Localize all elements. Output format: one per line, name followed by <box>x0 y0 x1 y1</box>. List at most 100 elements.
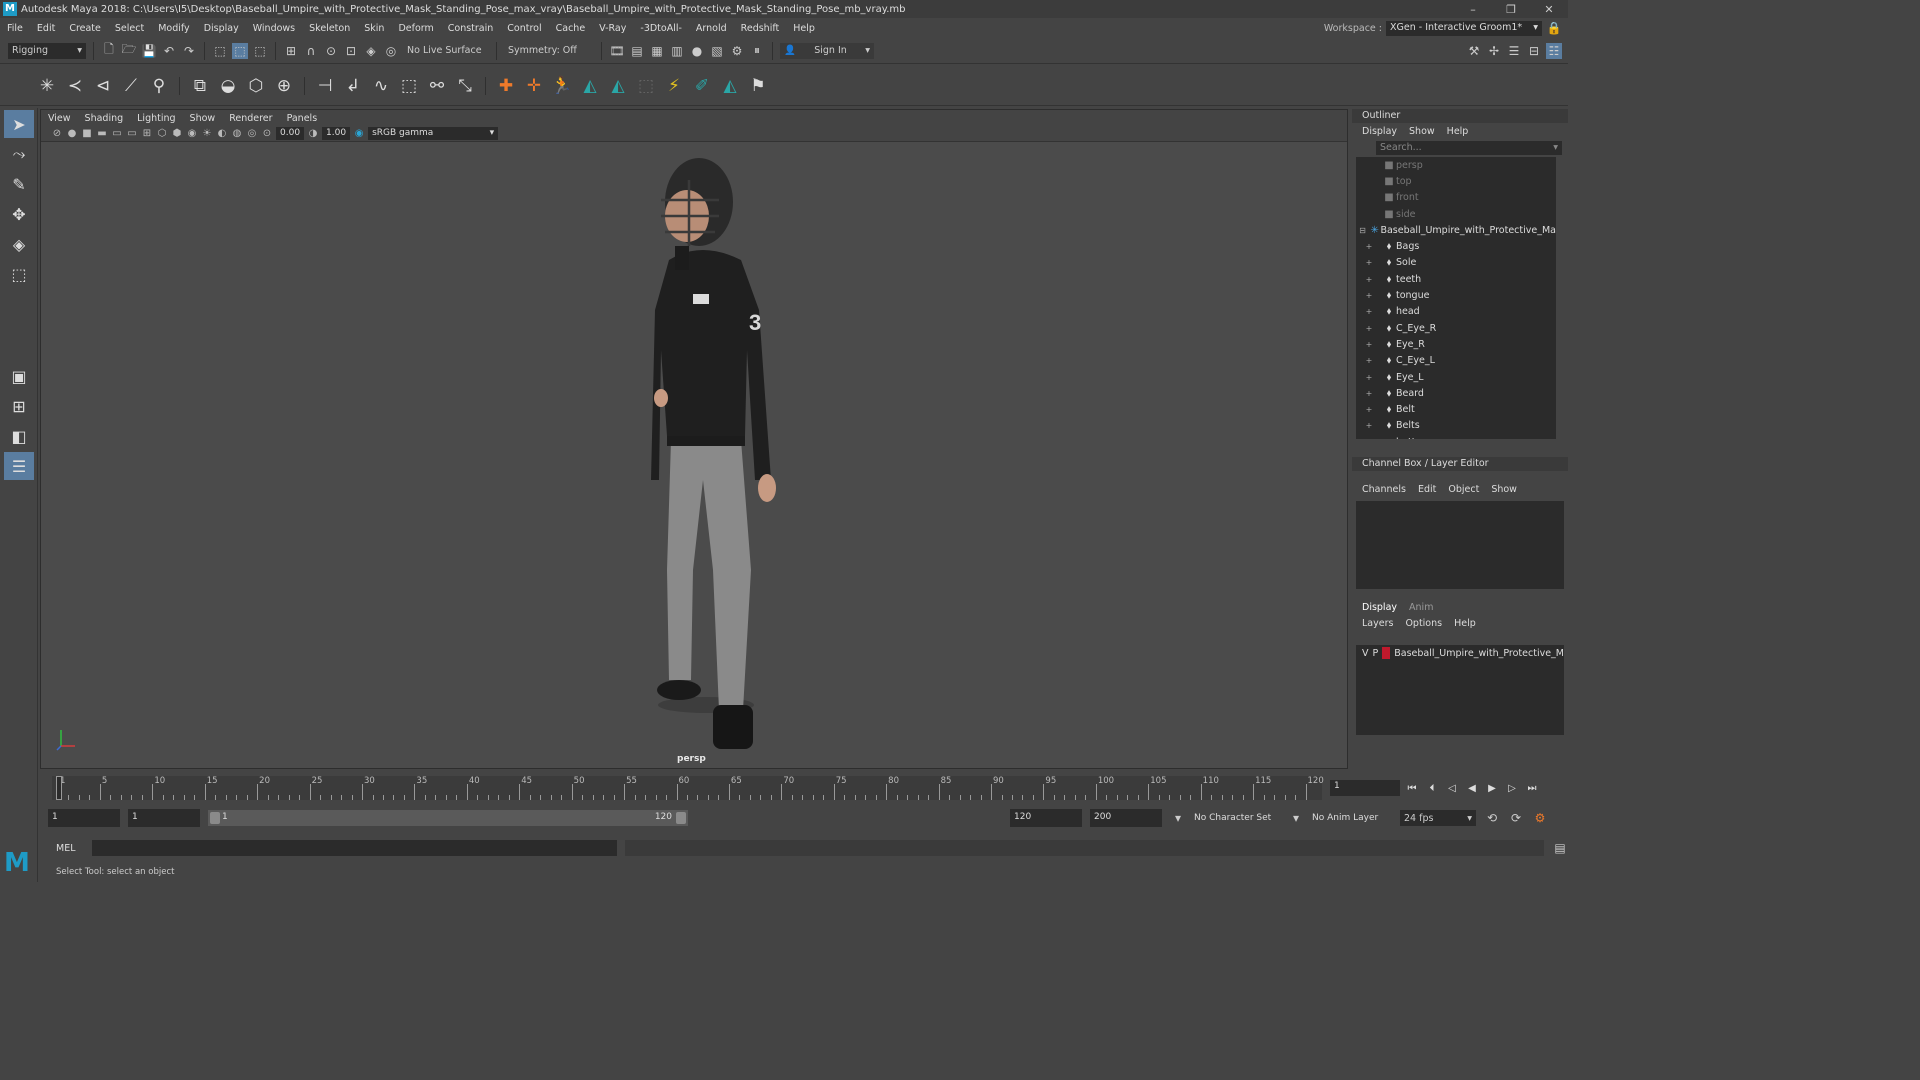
range-end-handle[interactable] <box>676 812 686 824</box>
layer-visibility[interactable]: V <box>1362 648 1369 659</box>
go-to-start-icon[interactable]: ⏮ <box>1404 783 1420 794</box>
isolate-icon[interactable]: ◍ <box>231 128 243 140</box>
select-object-icon[interactable]: ⬚ <box>232 42 248 59</box>
channel-box-icon[interactable]: ☷ <box>1546 42 1562 59</box>
menu-create[interactable]: Create <box>62 23 108 34</box>
four-view-icon[interactable]: ⊞ <box>4 392 34 420</box>
redo-icon[interactable]: ↷ <box>181 43 197 59</box>
color-management-icon[interactable]: ◉ <box>353 128 365 140</box>
menu-windows[interactable]: Windows <box>246 23 302 34</box>
persp-outliner-icon[interactable]: ◧ <box>4 422 34 450</box>
current-time-marker[interactable] <box>56 776 62 800</box>
expand-icon[interactable]: + <box>1356 291 1382 300</box>
outliner-layout-icon[interactable]: ☰ <box>4 452 34 480</box>
viewport-menu-show[interactable]: Show <box>183 113 223 124</box>
playback-end-field[interactable]: 120 <box>1010 809 1082 827</box>
menu-modify[interactable]: Modify <box>151 23 196 34</box>
snap-live-icon[interactable]: ◎ <box>383 43 399 59</box>
rotate-tool-icon[interactable]: ◈ <box>4 230 34 258</box>
viewport-menu-renderer[interactable]: Renderer <box>222 113 279 124</box>
outliner-item-front[interactable]: ■ front <box>1356 190 1556 206</box>
paint-weights-icon[interactable]: ◒ <box>217 75 239 97</box>
fps-dropdown[interactable]: 24 fps ▾ <box>1400 810 1476 826</box>
animation-start-field[interactable]: 1 <box>48 809 120 827</box>
expand-icon[interactable]: + <box>1356 242 1382 251</box>
paint-select-icon[interactable]: ✎ <box>4 170 34 198</box>
single-perspective-icon[interactable]: ▣ <box>4 362 34 390</box>
select-tool-icon[interactable]: ➤ <box>4 110 34 138</box>
step-back-frame-icon[interactable]: ◁ <box>1444 783 1460 794</box>
skeleton-icon[interactable]: ⚡ <box>663 75 685 97</box>
select-component-icon[interactable]: ⬚ <box>252 43 268 59</box>
menu-control[interactable]: Control <box>500 23 548 34</box>
minimize-button[interactable]: – <box>1454 3 1492 16</box>
snap-surface-icon[interactable]: ◈ <box>363 43 379 59</box>
camera-attributes-icon[interactable]: ⊘ <box>51 128 63 140</box>
menu-constrain[interactable]: Constrain <box>441 23 501 34</box>
gamma-field[interactable]: 1.00 <box>322 127 351 140</box>
workspace-dropdown[interactable]: XGen - Interactive Groom1* ▾ <box>1386 20 1542 36</box>
mel-input[interactable] <box>91 840 618 856</box>
wrap-icon[interactable]: ⬡ <box>245 75 267 97</box>
play-forward-icon[interactable]: ▶ <box>1484 783 1500 794</box>
outliner-item-tongue[interactable]: + ⬧ tongue <box>1356 287 1556 303</box>
menu-skin[interactable]: Skin <box>357 23 391 34</box>
script-editor-icon[interactable]: ▤ <box>1552 840 1568 856</box>
loop-icon[interactable]: ⟲ <box>1484 810 1500 826</box>
ipr-render-icon[interactable]: ▦ <box>649 43 665 59</box>
menu-arnold[interactable]: Arnold <box>689 23 734 34</box>
hik-character-icon[interactable]: 🏃 <box>551 75 573 97</box>
viewport-menu-panels[interactable]: Panels <box>280 113 325 124</box>
expand-icon[interactable]: + <box>1356 275 1382 284</box>
blend-shape-icon[interactable]: ↲ <box>342 75 364 97</box>
scale-tool-icon[interactable]: ⬚ <box>4 260 34 288</box>
undo-icon[interactable]: ↶ <box>161 43 177 59</box>
pin-icon[interactable]: ⚑ <box>747 75 769 97</box>
time-slider[interactable]: 1 5 10 15 20 25 30 35 40 45 50 55 60 65 70 75 80 85 90 95 10… <box>40 772 1330 802</box>
render-frame-icon[interactable]: 🎞 <box>609 43 625 59</box>
expand-icon[interactable]: + <box>1356 389 1382 398</box>
point-constraint-icon[interactable]: ✚ <box>495 75 517 97</box>
outliner-menu-display[interactable]: Display <box>1362 126 1397 137</box>
expand-icon[interactable]: + <box>1356 373 1382 382</box>
cluster-icon[interactable]: ⊣ <box>314 75 336 97</box>
outliner-item-persp[interactable]: ■ persp <box>1356 157 1556 173</box>
tab-display[interactable]: Display <box>1362 602 1397 613</box>
render-settings-icon[interactable]: ▥ <box>669 43 685 59</box>
smooth-shade-icon[interactable]: ⬢ <box>171 128 183 140</box>
current-frame-field[interactable]: 1 <box>1330 780 1400 796</box>
outliner-item-beard[interactable]: + ⬧ Beard <box>1356 385 1556 401</box>
anim-layer-dropdown[interactable]: No Anim Layer <box>1312 813 1392 823</box>
human-ik-icon[interactable]: ◭ <box>607 75 629 97</box>
umpire-model[interactable]: 3 <box>621 150 861 760</box>
select-hierarchy-icon[interactable]: ⬚ <box>212 43 228 59</box>
expand-icon[interactable]: + <box>1356 324 1382 333</box>
color-space-dropdown[interactable]: sRGB gamma ▾ <box>368 127 499 140</box>
layer-menu-layers[interactable]: Layers <box>1362 618 1393 629</box>
xray-icon[interactable]: ◎ <box>246 128 258 140</box>
expand-icon[interactable]: + <box>1356 405 1382 414</box>
hypershade-icon[interactable]: ● <box>689 43 705 59</box>
play-backward-icon[interactable]: ◀ <box>1464 783 1480 794</box>
snap-grid-icon[interactable]: ⊞ <box>283 43 299 59</box>
menu-redshift[interactable]: Redshift <box>734 23 787 34</box>
viewport-menu-shading[interactable]: Shading <box>78 113 131 124</box>
wire-icon[interactable]: ∿ <box>370 75 392 97</box>
exposure-field[interactable]: 0.00 <box>276 127 305 140</box>
snap-view-icon[interactable]: ⊡ <box>343 43 359 59</box>
expand-icon[interactable]: + <box>1356 307 1382 316</box>
render-sequence-icon[interactable]: ▤ <box>629 43 645 59</box>
close-button[interactable]: ✕ <box>1530 3 1568 16</box>
go-to-end-icon[interactable]: ⏭ <box>1524 783 1540 794</box>
gamma-icon[interactable]: ◑ <box>307 128 319 140</box>
move-tool-icon[interactable]: ✥ <box>4 200 34 228</box>
viewport-panel[interactable]: View Shading Lighting Show Renderer Pane… <box>40 109 1348 769</box>
outliner-item-belt[interactable]: + ⬧ Belt <box>1356 401 1556 417</box>
ik-spline-icon[interactable]: ⚲ <box>148 75 170 97</box>
outliner-item-top[interactable]: ■ top <box>1356 173 1556 189</box>
channelbox-menu-edit[interactable]: Edit <box>1418 484 1436 495</box>
menu-3dtoall[interactable]: -3DtoAll- <box>633 23 689 34</box>
resolution-gate-icon[interactable]: ▭ <box>111 128 123 140</box>
ik-handle-icon[interactable]: ⟋ <box>120 75 142 97</box>
layer-list[interactable]: V P Baseball_Umpire_with_Protective_M <box>1356 645 1564 735</box>
